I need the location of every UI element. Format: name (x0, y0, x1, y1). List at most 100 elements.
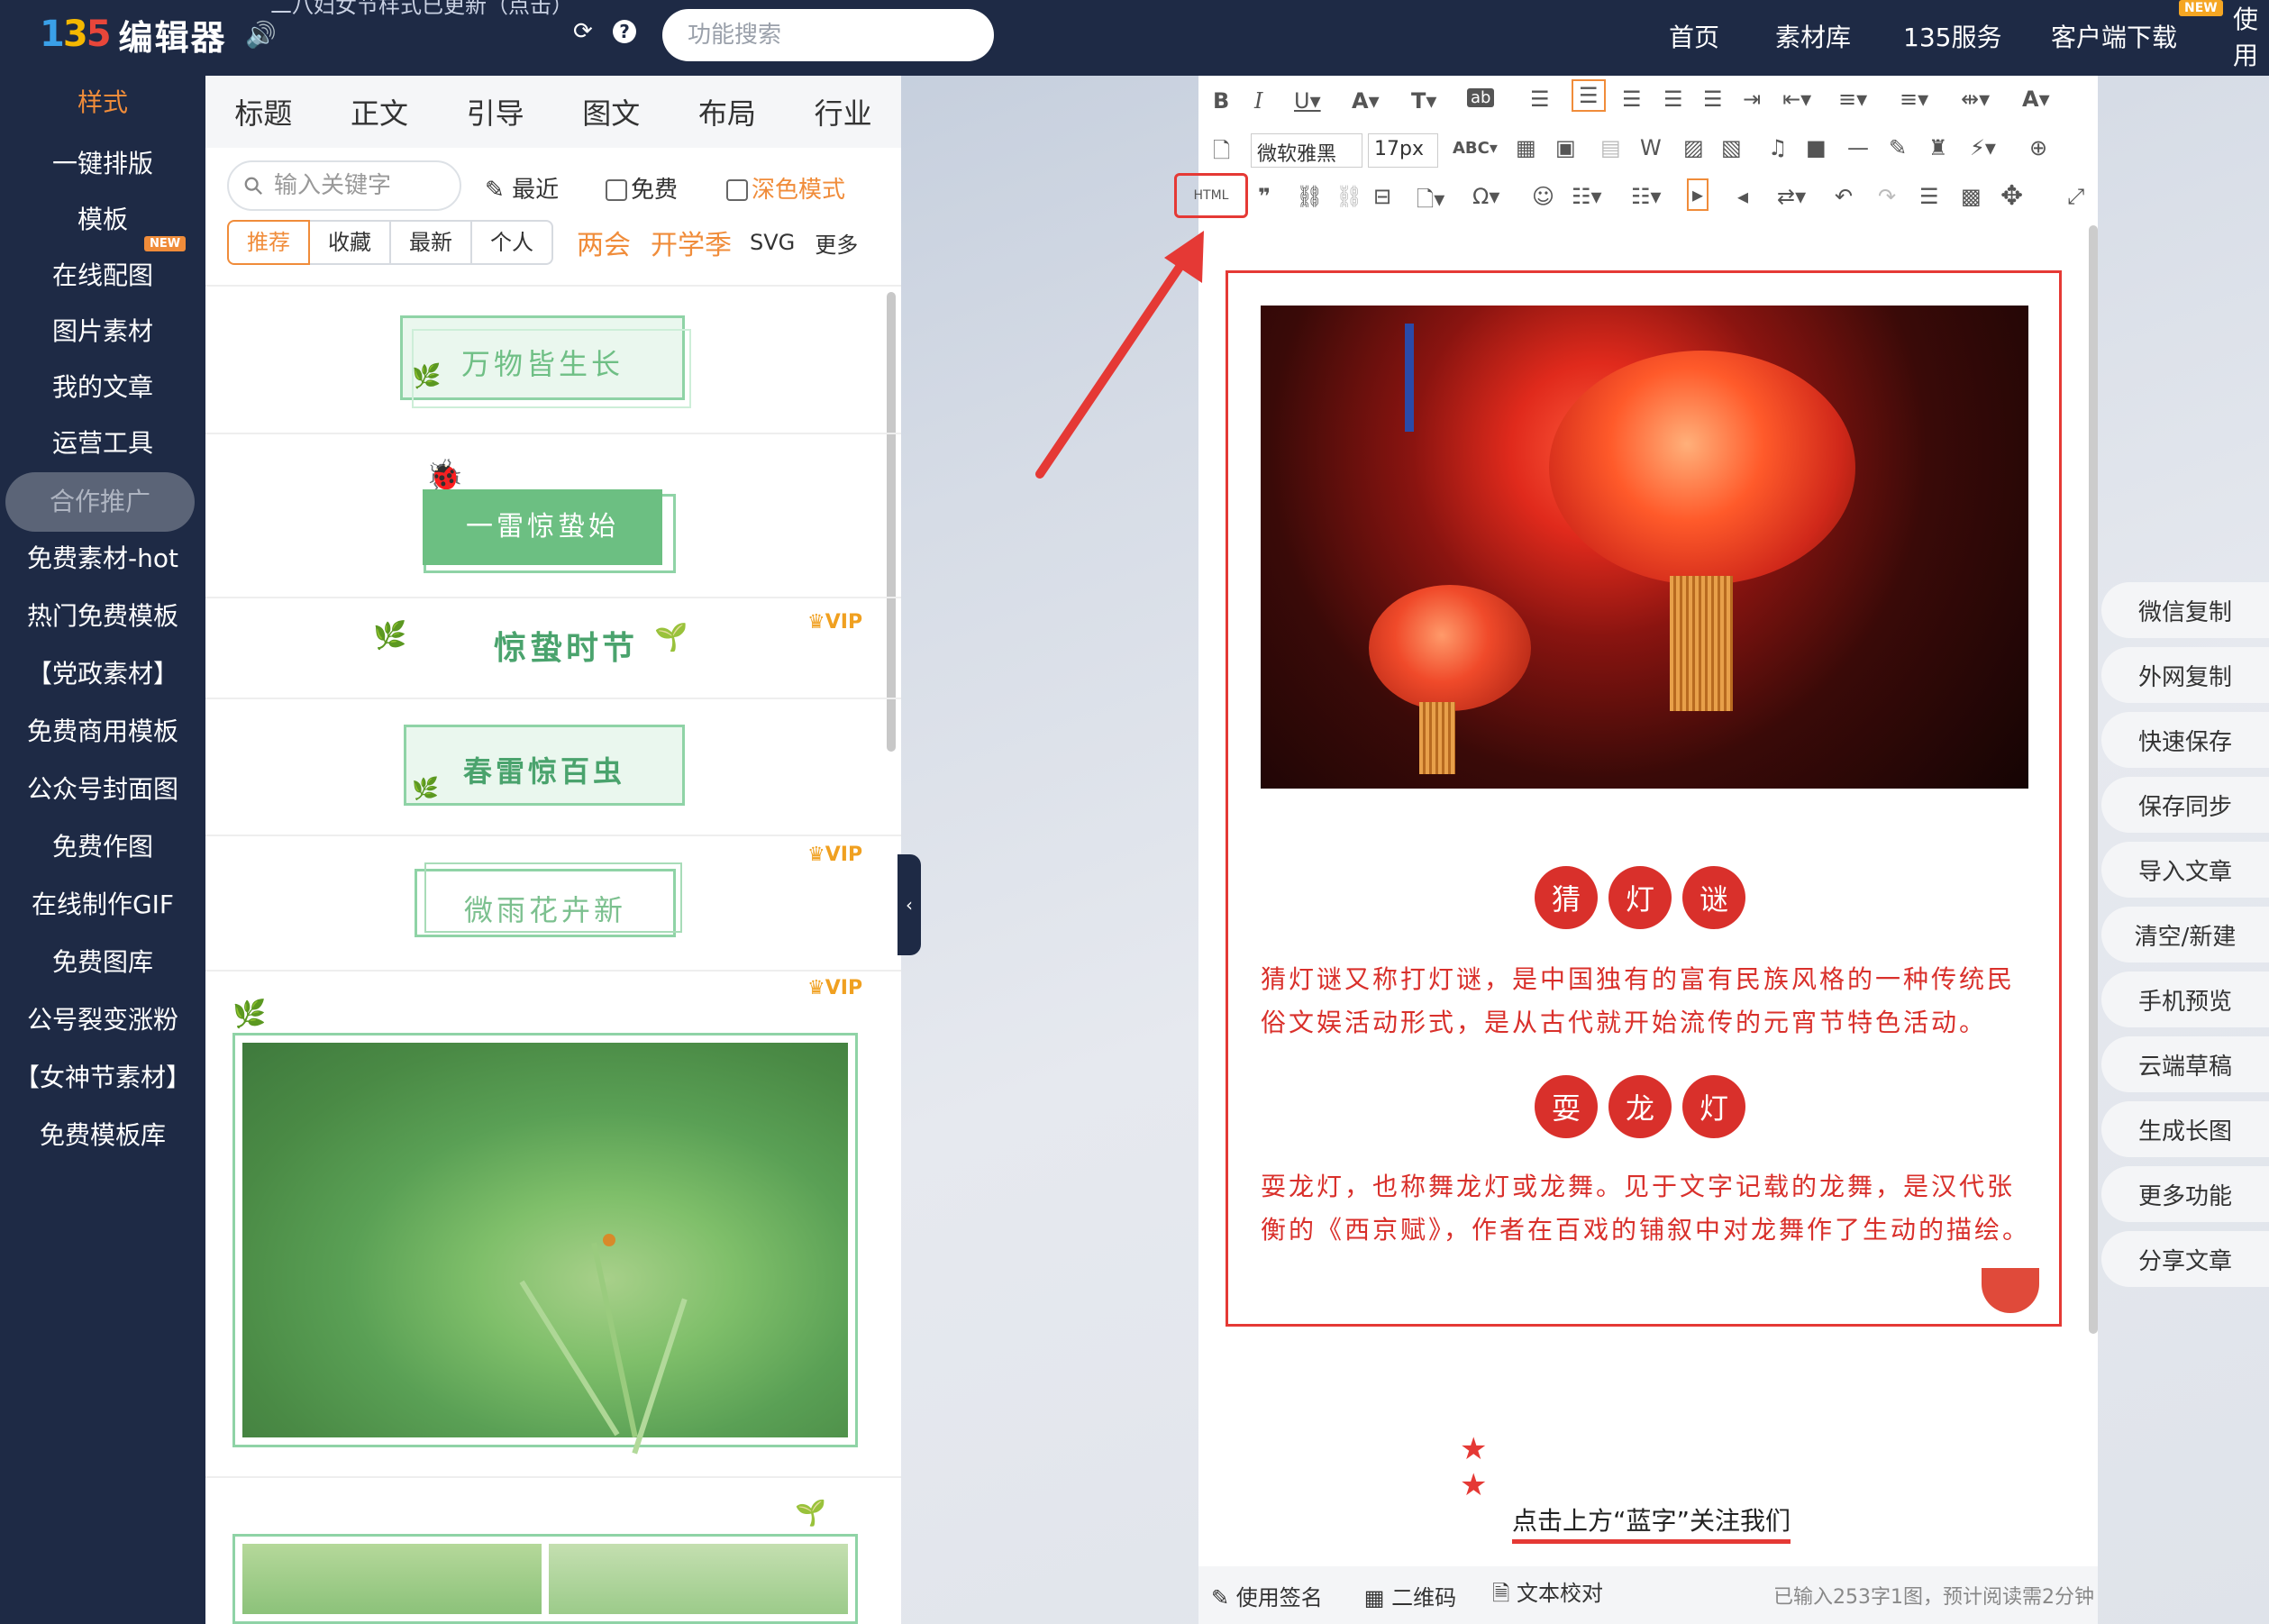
quick-save-button[interactable]: 快速保存 (2101, 712, 2269, 768)
blank-page-icon[interactable]: 🗋▾ (1417, 184, 1444, 221)
font-size-select[interactable]: 17px (1368, 133, 1438, 168)
external-copy-button[interactable]: 外网复制 (2101, 647, 2269, 703)
music-icon[interactable]: ♫ (1768, 135, 1788, 160)
nav-home[interactable]: 首页 (1669, 0, 1719, 72)
proofread-button[interactable]: 🗎 文本校对 (1492, 1575, 1603, 1615)
sidebar-item-free-gallery[interactable]: 免费图库 (0, 935, 205, 990)
dark-mode-checkbox[interactable]: 深色模式 (726, 171, 845, 205)
divider-line-icon[interactable]: — (1847, 135, 1869, 160)
multi-image-icon[interactable]: ▧ (1721, 135, 1742, 160)
picture-icon[interactable]: ▨ (1683, 135, 1704, 160)
sidebar-item-gif-maker[interactable]: 在线制作GIF (0, 878, 205, 932)
html-source-button[interactable]: HTML (1174, 173, 1248, 218)
collapse-panel-button[interactable]: ‹ (898, 854, 921, 955)
align-justify-icon[interactable]: ☰ (1663, 87, 1683, 112)
sidebar-item-fission[interactable]: 公号裂变涨粉 (0, 993, 205, 1047)
indent-icon[interactable]: ⇥ (1743, 87, 1761, 112)
nav-usage[interactable]: 使用 (2233, 0, 2269, 72)
filter-more[interactable]: 更多 (815, 227, 858, 259)
sidebar-item-one-click-layout[interactable]: 一键排版 (0, 137, 205, 191)
mobile-preview-button[interactable]: 手机预览 (2101, 972, 2269, 1027)
filter-personal[interactable]: 个人 (472, 220, 553, 265)
filter-svg[interactable]: SVG (750, 230, 795, 255)
undo-icon[interactable]: ↶ (1835, 184, 1853, 209)
emoji-icon[interactable]: ☺ (1532, 184, 1554, 209)
video-icon[interactable]: ■ (1806, 135, 1827, 160)
search-input[interactable] (688, 22, 980, 49)
magic-wand-icon[interactable]: ⚡▾ (1970, 135, 1996, 160)
sidebar-item-party-materials[interactable]: 【党政素材】 (0, 647, 205, 701)
align-distribute-icon[interactable]: ☰ (1703, 87, 1723, 112)
font-family-select[interactable]: 微软雅黑 (1251, 133, 1362, 168)
italic-icon[interactable]: I (1254, 88, 1262, 114)
quote-icon[interactable]: ❞ (1258, 184, 1271, 209)
align-right-icon[interactable]: ☰ (1622, 87, 1642, 112)
align-center-icon[interactable]: ☰ (1572, 79, 1606, 112)
sidebar-item-image-materials[interactable]: 图片素材 (0, 305, 205, 359)
line-height-icon[interactable]: ≡▾ (1838, 87, 1867, 112)
sidebar-item-free-materials[interactable]: 免费素材-hot (0, 532, 205, 586)
refresh-icon[interactable]: ⟳ (573, 18, 593, 45)
special-char-icon[interactable]: Ω▾ (1472, 184, 1499, 209)
clear-format-icon[interactable]: A▾ (2022, 87, 2050, 112)
unordered-list-icon[interactable]: ☷▾ (1631, 184, 1662, 209)
panel-scrollbar[interactable] (887, 292, 896, 752)
keyword-search[interactable] (227, 160, 461, 211)
share-article-button[interactable]: 分享文章 (2101, 1231, 2269, 1287)
template-photo-item[interactable] (232, 1534, 858, 1624)
editor-scrollbar[interactable] (2089, 225, 2098, 1334)
template-title[interactable]: 惊蛰时节 (467, 622, 665, 669)
function-search[interactable] (662, 9, 994, 61)
move-icon[interactable]: ✥ (2000, 180, 2023, 212)
zoom-icon[interactable]: ⊕ (2029, 135, 2047, 160)
article-content[interactable]: 猜 灯 谜 猜灯谜又称打灯谜，是中国独有的富有民族风格的一种传统民俗文娱活动形式… (1226, 270, 2062, 1327)
redo-icon[interactable]: ↷ (1878, 184, 1896, 209)
unlink-icon[interactable]: ⛓ (1335, 184, 1362, 209)
format-painter-icon[interactable]: ✎ (1889, 135, 1907, 160)
save-sync-button[interactable]: 保存同步 (2101, 777, 2269, 833)
underline-icon[interactable]: U▾ (1294, 88, 1321, 114)
text-direction-icon[interactable]: ⇄▾ (1777, 184, 1806, 209)
clear-new-button[interactable]: 清空/新建 (2101, 907, 2269, 963)
new-doc-icon[interactable]: 🗋 (1213, 135, 1230, 172)
free-checkbox[interactable]: 免费 (606, 171, 678, 205)
sidebar-item-free-commercial[interactable]: 免费商用模板 (0, 705, 205, 759)
nav-services[interactable]: 135服务 (1903, 0, 2001, 72)
paragraph-spacing-icon[interactable]: ≡▾ (1900, 87, 1928, 112)
sidebar-item-online-images[interactable]: 在线配图 (0, 249, 205, 303)
tab-layout[interactable]: 布局 (698, 91, 756, 132)
tab-image-text[interactable]: 图文 (582, 91, 640, 132)
letter-spacing-icon[interactable]: ⇹▾ (1961, 87, 1990, 112)
filter-school-season[interactable]: 开学季 (651, 223, 732, 262)
outdent-icon[interactable]: ⇤▾ (1782, 87, 1811, 112)
template-insert-icon[interactable]: ⊟ (1373, 184, 1391, 209)
tab-title[interactable]: 标题 (234, 91, 292, 132)
sidebar-item-partnership[interactable]: 合作推广 (5, 472, 195, 532)
ordered-list-icon[interactable]: ☷▾ (1572, 184, 1602, 209)
rtl-icon[interactable]: ◂ (1737, 184, 1748, 209)
import-article-button[interactable]: 导入文章 (2101, 842, 2269, 898)
wechat-copy-button[interactable]: 微信复制 (2101, 582, 2269, 638)
tab-guide[interactable]: 引导 (467, 91, 524, 132)
tab-industry[interactable]: 行业 (815, 91, 872, 132)
stamp-icon[interactable]: ♜ (1928, 135, 1948, 160)
template-item[interactable]: 🌿 万物皆生长 (400, 315, 691, 408)
template-photo-item[interactable] (232, 1033, 858, 1455)
sidebar-item-womens-day[interactable]: 【女神节素材】 (0, 1051, 205, 1105)
long-image-button[interactable]: 生成长图 (2101, 1101, 2269, 1157)
nav-materials[interactable]: 素材库 (1775, 0, 1851, 72)
help-icon[interactable]: ? (613, 20, 636, 43)
paragraph-format-icon[interactable]: ☰ (1919, 184, 1939, 209)
table-icon[interactable]: ▦ (1516, 135, 1536, 160)
filter-two-sessions[interactable]: 两会 (577, 223, 631, 262)
cloud-draft-button[interactable]: 云端草稿 (2101, 1036, 2269, 1092)
ltr-icon[interactable]: ▸ (1687, 178, 1709, 211)
bold-icon[interactable]: B (1213, 88, 1229, 114)
sidebar-item-my-articles[interactable]: 我的文章 (0, 360, 205, 415)
template-item[interactable]: 一雷惊蛰始 (423, 489, 676, 573)
template-item[interactable]: 🌿 春雷惊百虫 (404, 725, 685, 806)
more-functions-button[interactable]: 更多功能 (2101, 1166, 2269, 1222)
sidebar-item-hot-free-templates[interactable]: 热门免费模板 (0, 589, 205, 643)
filter-favorites[interactable]: 收藏 (310, 220, 391, 265)
signature-button[interactable]: ✎ 使用签名 (1211, 1580, 1323, 1611)
